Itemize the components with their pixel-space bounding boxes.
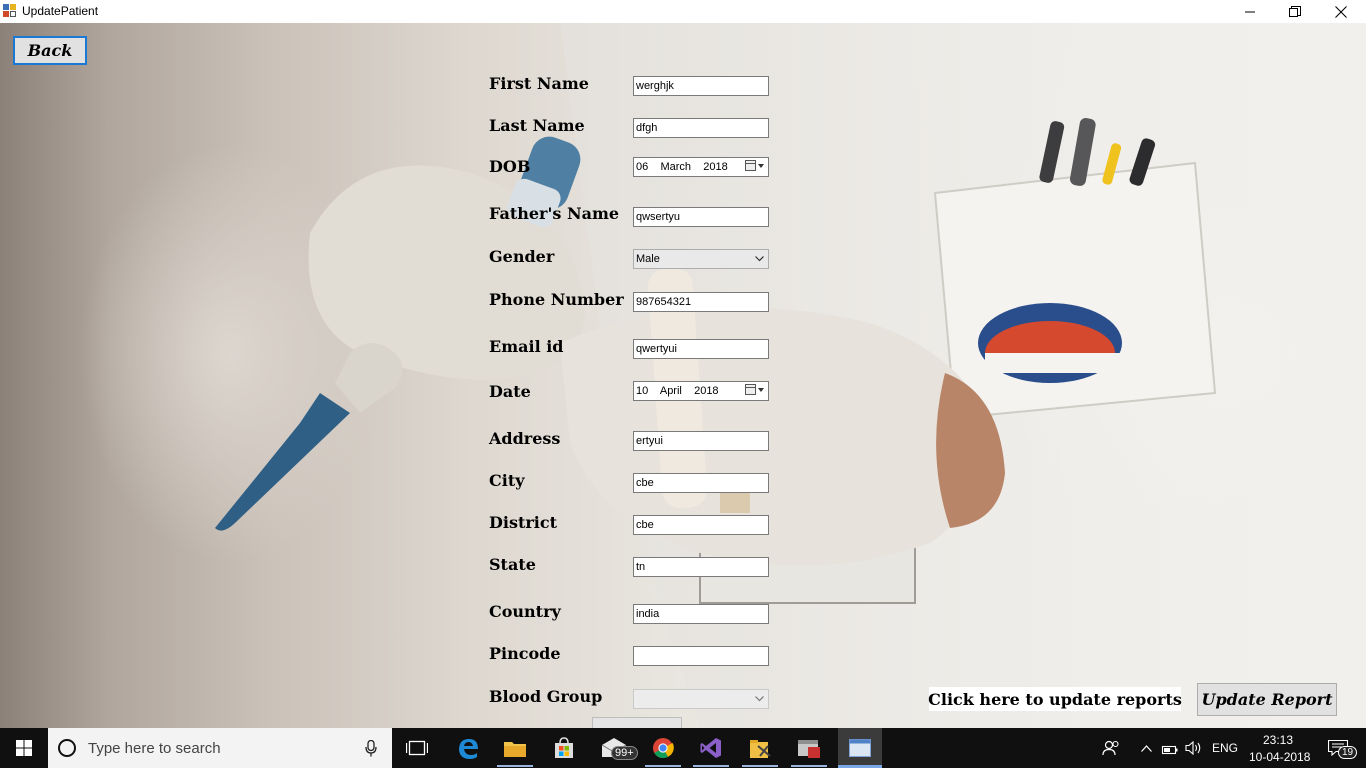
- store-bag-icon: [555, 737, 573, 758]
- address-label: Address: [489, 429, 561, 448]
- fathers-name-input[interactable]: [633, 207, 769, 227]
- district-input[interactable]: [633, 515, 769, 535]
- running-indicator: [742, 765, 778, 767]
- show-hidden-icons-button[interactable]: [1137, 728, 1155, 768]
- taskbar-app-red[interactable]: [787, 728, 831, 768]
- first-name-input[interactable]: [633, 76, 769, 96]
- action-center-button[interactable]: 19: [1318, 728, 1358, 768]
- taskbar-active-window[interactable]: [838, 728, 882, 768]
- windows-logo-icon: [16, 740, 32, 756]
- district-label: District: [489, 513, 557, 532]
- title-bar: UpdatePatient: [0, 0, 1366, 23]
- close-button[interactable]: [1318, 0, 1364, 23]
- chevron-down-icon: [755, 696, 764, 702]
- running-indicator: [693, 765, 729, 767]
- taskbar: Type here to search 99+ ENG 23:13 10-04-…: [0, 728, 1366, 768]
- window-title: UpdatePatient: [22, 4, 99, 18]
- running-indicator: [645, 765, 681, 767]
- clock-time[interactable]: 23:13: [1263, 733, 1293, 747]
- pincode-input[interactable]: [633, 646, 769, 666]
- calendar-dropdown-icon[interactable]: [745, 160, 765, 172]
- chevron-down-icon: [755, 256, 764, 262]
- fathers-name-label: Father's Name: [489, 204, 620, 223]
- visual-studio-icon: [700, 738, 721, 758]
- date-label: Date: [489, 382, 531, 401]
- city-label: City: [489, 471, 525, 490]
- state-label: State: [489, 555, 536, 574]
- chevron-up-icon: [1140, 744, 1152, 752]
- window-app-icon: [849, 739, 871, 757]
- taskbar-chrome[interactable]: [641, 728, 685, 768]
- first-name-label: First Name: [489, 74, 589, 93]
- date-value: 10 April 2018: [636, 385, 719, 397]
- back-button[interactable]: Back: [13, 36, 87, 65]
- gender-value: Male: [636, 253, 660, 265]
- task-view-icon: [406, 740, 428, 756]
- app-icon: [3, 4, 17, 18]
- people-button[interactable]: [1097, 728, 1125, 768]
- gender-label: Gender: [489, 247, 555, 266]
- country-label: Country: [489, 602, 561, 621]
- address-input[interactable]: [633, 431, 769, 451]
- minimize-button[interactable]: [1227, 0, 1273, 23]
- network-icon: [1161, 745, 1178, 755]
- update-reports-label: Click here to update reports: [928, 687, 1182, 711]
- folder-icon: [504, 742, 526, 757]
- calendar-dropdown-icon[interactable]: [745, 384, 765, 396]
- blood-group-select[interactable]: [633, 689, 769, 709]
- network-button[interactable]: [1159, 728, 1181, 768]
- database-app-icon: [798, 740, 820, 758]
- email-id-label: Email id: [489, 337, 564, 356]
- dob-label: DOB: [489, 157, 531, 176]
- restore-icon: [1289, 5, 1301, 17]
- taskbar-store[interactable]: [542, 728, 586, 768]
- microphone-icon[interactable]: [365, 740, 377, 757]
- task-view-button[interactable]: [395, 728, 439, 768]
- taskbar-visual-studio[interactable]: [689, 728, 733, 768]
- notification-count-badge: 19: [1338, 746, 1358, 759]
- state-input[interactable]: [633, 557, 769, 577]
- input-language[interactable]: ENG: [1212, 741, 1238, 755]
- partially-hidden-button[interactable]: [592, 717, 682, 728]
- gender-select[interactable]: Male: [633, 249, 769, 269]
- edge-icon: [459, 739, 478, 759]
- last-name-input[interactable]: [633, 118, 769, 138]
- mail-badge: 99+: [611, 746, 638, 760]
- volume-button[interactable]: [1183, 728, 1205, 768]
- restore-button[interactable]: [1272, 0, 1318, 23]
- clock-date[interactable]: 10-04-2018: [1249, 750, 1310, 764]
- search-placeholder: Type here to search: [88, 740, 221, 757]
- dob-value: 06 March 2018: [636, 161, 728, 173]
- phone-number-label: Phone Number: [489, 290, 624, 309]
- chrome-icon: [653, 738, 674, 759]
- cortana-circle-icon: [58, 739, 76, 757]
- date-picker[interactable]: 10 April 2018: [633, 381, 769, 401]
- taskbar-mail[interactable]: 99+: [591, 728, 638, 768]
- update-report-button[interactable]: Update Report: [1197, 683, 1337, 716]
- people-icon: [1102, 740, 1119, 756]
- minimize-icon: [1245, 11, 1255, 12]
- taskbar-file-explorer[interactable]: [493, 728, 537, 768]
- tools-icon: [750, 740, 771, 758]
- email-id-input[interactable]: [633, 339, 769, 359]
- country-input[interactable]: [633, 604, 769, 624]
- running-indicator: [497, 765, 533, 767]
- start-button[interactable]: [0, 728, 48, 768]
- close-icon: [1335, 5, 1347, 18]
- last-name-label: Last Name: [489, 116, 585, 135]
- taskbar-edge[interactable]: [446, 728, 490, 768]
- speaker-icon: [1185, 741, 1201, 755]
- phone-number-input[interactable]: [633, 292, 769, 312]
- blood-group-label: Blood Group: [489, 687, 603, 706]
- taskbar-blend[interactable]: [738, 728, 782, 768]
- running-indicator: [791, 765, 827, 767]
- pincode-label: Pincode: [489, 644, 561, 663]
- city-input[interactable]: [633, 473, 769, 493]
- taskbar-search-box[interactable]: Type here to search: [48, 728, 392, 768]
- dob-date-picker[interactable]: 06 March 2018: [633, 157, 769, 177]
- update-patient-form: Back First Name Last Name DOB Father's N…: [0, 23, 1366, 728]
